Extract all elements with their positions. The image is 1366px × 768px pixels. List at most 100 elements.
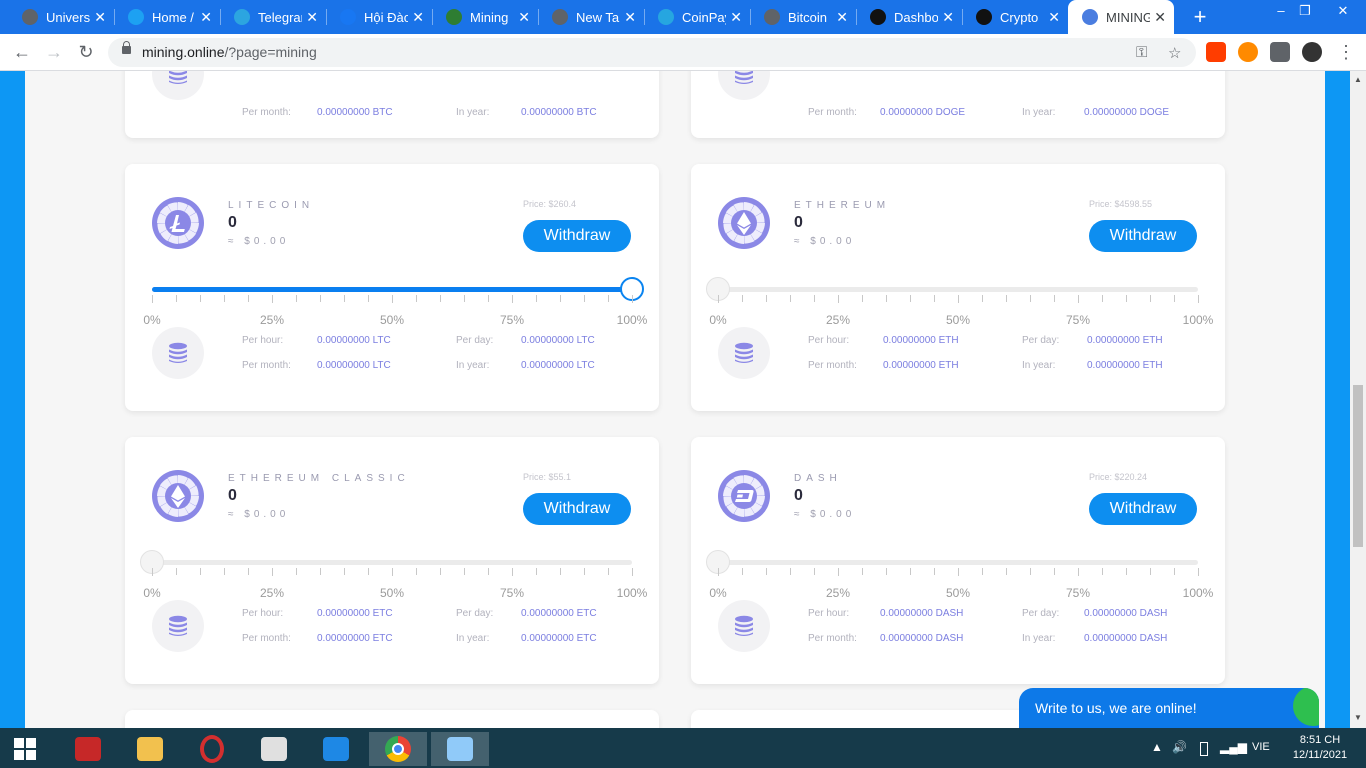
tab-close-icon[interactable]: ✕	[200, 9, 212, 26]
slider-tick	[248, 568, 249, 575]
tab-close-icon[interactable]: ✕	[1154, 9, 1166, 26]
slider-tick	[344, 295, 345, 302]
extension-sun-icon[interactable]	[1238, 42, 1258, 62]
tab-close-icon[interactable]: ✕	[1048, 9, 1060, 26]
browser-tab[interactable]: Crypto ✕	[962, 0, 1068, 34]
close-window-button[interactable]: ✕	[1320, 0, 1366, 28]
new-tab-button[interactable]: +	[1188, 4, 1212, 30]
withdraw-button[interactable]: Withdraw	[523, 220, 631, 252]
coin-stack-icon	[718, 600, 770, 652]
slider-tick	[1006, 568, 1007, 575]
puzzle-icon[interactable]	[1270, 42, 1290, 62]
tab-close-icon[interactable]: ✕	[412, 9, 424, 26]
browser-tab[interactable]: Universal✕	[8, 0, 114, 34]
url-text: mining.online/?page=mining	[142, 44, 317, 60]
browser-tab[interactable]: Hội Đào ✕	[326, 0, 432, 34]
input-language[interactable]: VIE	[1252, 741, 1270, 753]
system-clock[interactable]: 8:51 CH 12/11/2021	[1290, 733, 1350, 763]
forward-button[interactable]: →	[42, 41, 66, 65]
slider-tick-label: 0%	[709, 586, 727, 600]
slider-tick	[392, 568, 393, 576]
power-slider[interactable]	[706, 277, 1198, 301]
battery-icon[interactable]	[1200, 742, 1208, 756]
tab-close-icon[interactable]: ✕	[942, 9, 954, 26]
notepad-icon[interactable]	[431, 732, 489, 766]
slider-tick	[718, 295, 719, 303]
page-scrollbar[interactable]: ▲ ▼	[1350, 71, 1366, 728]
menu-icon[interactable]: ⋮	[1334, 41, 1358, 65]
tab-title: Hội Đào	[364, 9, 408, 25]
coin-price: Price: $260.4	[523, 199, 577, 209]
slider-tick	[200, 568, 201, 575]
browser-tab[interactable]: Telegram✕	[220, 0, 326, 34]
cloud-icon	[1082, 9, 1098, 25]
in-year-value: 0.00000000 BTC	[521, 107, 597, 118]
in-year-value: 0.00000000 ETC	[521, 633, 597, 644]
slider-tick-label: 75%	[1065, 586, 1091, 600]
reload-button[interactable]: ↻	[74, 41, 98, 65]
slider-tick	[1078, 295, 1079, 303]
browser-tab[interactable]: New Tab✕	[538, 0, 644, 34]
browser-tab[interactable]: Bitcoin ✕	[750, 0, 856, 34]
slider-tick	[368, 295, 369, 302]
extension-icon[interactable]	[1206, 42, 1226, 62]
back-button[interactable]: ←	[10, 41, 34, 65]
tab-close-icon[interactable]: ✕	[624, 9, 636, 26]
tab-title: Dashboard	[894, 9, 938, 25]
snipping-tool-icon[interactable]	[245, 732, 303, 766]
coin-balance: 0	[794, 487, 803, 504]
tray-expand-icon[interactable]: ▲	[1151, 740, 1163, 754]
garena-icon[interactable]	[59, 732, 117, 766]
coin-name: ETHEREUM CLASSIC	[228, 473, 410, 484]
slider-tick	[632, 568, 633, 576]
browser-tab[interactable]: Dashboard✕	[856, 0, 962, 34]
power-slider[interactable]	[152, 277, 644, 301]
tab-close-icon[interactable]: ✕	[94, 9, 106, 26]
browser-tab[interactable]: CoinPayments✕	[644, 0, 750, 34]
coccoc-icon[interactable]	[307, 732, 365, 766]
slider-tick-label: 75%	[1065, 313, 1091, 327]
slider-tick	[1054, 295, 1055, 302]
scroll-down-arrow[interactable]: ▼	[1354, 713, 1362, 722]
profile-avatar[interactable]	[1302, 42, 1322, 62]
volume-icon[interactable]: 🔊	[1172, 740, 1187, 754]
tab-close-icon[interactable]: ✕	[730, 9, 742, 26]
tab-close-icon[interactable]: ✕	[836, 9, 848, 26]
slider-tick-label: 50%	[945, 313, 971, 327]
key-icon[interactable]: ⚿	[1136, 44, 1147, 61]
withdraw-button[interactable]: Withdraw	[523, 493, 631, 525]
chat-widget[interactable]: Write to us, we are online!	[1019, 688, 1319, 730]
bookmark-star-icon[interactable]: ☆	[1168, 44, 1181, 62]
scrollbar-thumb[interactable]	[1353, 385, 1363, 547]
network-icon[interactable]: ▂▄▆	[1220, 740, 1247, 754]
windows-start-icon[interactable]	[3, 732, 47, 766]
slider-tick	[814, 568, 815, 575]
opera-icon[interactable]	[183, 732, 241, 766]
address-bar[interactable]: mining.online/?page=mining ⚿ ☆	[108, 38, 1196, 67]
btc-card: Per month: 0.00000000 BTC In year: 0.000…	[125, 71, 659, 138]
globe-icon	[22, 9, 38, 25]
file-explorer-icon[interactable]	[121, 732, 179, 766]
slider-tick	[560, 295, 561, 302]
slider-tick	[176, 568, 177, 575]
withdraw-button[interactable]: Withdraw	[1089, 220, 1197, 252]
opera-icon-glyph	[200, 735, 224, 763]
slider-tick	[536, 295, 537, 302]
browser-tab[interactable]: Mining ✕	[432, 0, 538, 34]
tab-title: Telegram	[258, 9, 302, 25]
slider-tick	[272, 295, 273, 303]
scroll-up-arrow[interactable]: ▲	[1354, 75, 1362, 84]
slider-tick-label: 50%	[379, 313, 405, 327]
power-slider[interactable]	[140, 550, 632, 574]
slider-tick	[1126, 568, 1127, 575]
tab-close-icon[interactable]: ✕	[518, 9, 530, 26]
browser-tab[interactable]: Home / Twitter✕	[114, 0, 220, 34]
slider-tick	[368, 568, 369, 575]
withdraw-button[interactable]: Withdraw	[1089, 493, 1197, 525]
power-slider[interactable]	[706, 550, 1198, 574]
chrome-icon[interactable]	[369, 732, 427, 766]
tab-close-icon[interactable]: ✕	[306, 9, 318, 26]
slider-tick	[584, 568, 585, 575]
slider-tick	[296, 295, 297, 302]
browser-tab[interactable]: MINING ✕	[1068, 0, 1174, 34]
